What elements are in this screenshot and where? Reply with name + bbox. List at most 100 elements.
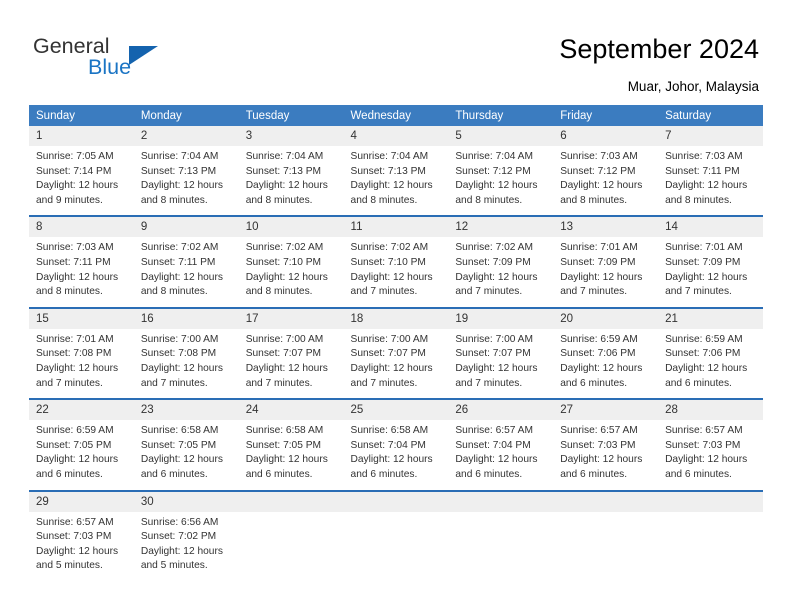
daylight-duration: Daylight: 12 hours and 7 minutes.	[140, 362, 223, 389]
triangle-icon	[129, 46, 158, 65]
calendar-empty-cell	[658, 489, 763, 581]
day-details: Sunrise: 7:00 AM Sunset: 7:07 PM Daylight:…	[239, 329, 344, 398]
calendar-day-cell[interactable]: 12 Sunrise: 7:02 AM Sunset: 7:09 PM Dayligh…	[448, 215, 554, 308]
daylight-duration: Daylight: 12 hours and 6 minutes.	[140, 454, 223, 480]
day-number: 10	[238, 217, 344, 238]
day-number: 5	[448, 126, 554, 146]
day-details: Sunrise: 6:59 AM Sunset: 7:06 PM Daylight:…	[553, 329, 658, 398]
calendar-day-cell[interactable]: 29 Sunrise: 6:57 AM Sunset: 7:03 PM Dayligh…	[29, 489, 134, 581]
calendar-day-cell[interactable]: 6 Sunrise: 7:03 AM Sunset: 7:12 PM Daylight…	[553, 126, 659, 217]
calendar-day-cell[interactable]: 15 Sunrise: 7:01 AM Sunset: 7:08 PM Dayligh…	[29, 306, 134, 400]
calendar-day-cell[interactable]: 25 Sunrise: 6:58 AM Sunset: 7:04 PM Dayligh…	[343, 398, 449, 491]
calendar-day-cell[interactable]: 28 Sunrise: 6:57 AM Sunset: 7:03 PM Dayligh…	[658, 398, 763, 491]
calendar-day-cell[interactable]: 26 Sunrise: 6:57 AM Sunset: 7:04 PM Dayligh…	[448, 398, 554, 491]
calendar-week-row: 22 Sunrise: 6:59 AM Sunset: 7:05 PM Dayligh…	[29, 398, 763, 491]
page-subtitle-location: Muar, Johor, Malaysia	[627, 79, 759, 94]
logo[interactable]: General Blue	[33, 34, 203, 84]
daylight-duration: Daylight: 12 hours and 7 minutes.	[665, 271, 748, 298]
sunset-time: Sunset: 7:07 PM	[350, 348, 426, 360]
calendar-day-cell[interactable]: 9 Sunrise: 7:02 AM Sunset: 7:11 PM Daylight…	[133, 215, 239, 308]
calendar-day-cell[interactable]: 24 Sunrise: 6:58 AM Sunset: 7:05 PM Dayligh…	[238, 398, 344, 491]
sunrise-time: Sunrise: 7:00 AM	[350, 333, 429, 345]
sunset-time: Sunset: 7:08 PM	[36, 348, 112, 360]
sunrise-time: Sunrise: 6:59 AM	[665, 333, 743, 345]
day-number: 7	[658, 126, 763, 146]
calendar-page: General Blue September 2024 Muar, Johor,…	[0, 0, 792, 612]
day-number: 27	[553, 400, 659, 421]
calendar-week-row: 15 Sunrise: 7:01 AM Sunset: 7:08 PM Dayligh…	[29, 306, 763, 400]
day-number: 20	[553, 308, 659, 329]
calendar-day-cell[interactable]: 17 Sunrise: 7:00 AM Sunset: 7:07 PM Dayligh…	[238, 306, 344, 400]
calendar-day-cell[interactable]: 8 Sunrise: 7:03 AM Sunset: 7:11 PM Daylight…	[29, 215, 134, 308]
day-number: 18	[343, 308, 449, 329]
calendar-empty-cell	[553, 489, 659, 581]
day-details: Sunrise: 7:00 AM Sunset: 7:07 PM Daylight:…	[448, 329, 553, 398]
day-number	[238, 491, 344, 512]
daylight-duration: Daylight: 12 hours and 7 minutes.	[245, 362, 328, 389]
sunset-time: Sunset: 7:02 PM	[140, 531, 217, 543]
calendar-grid: Sunday Monday Tuesday Wednesday Thursday…	[29, 105, 763, 581]
sunset-time: Sunset: 7:03 PM	[36, 531, 112, 543]
calendar-day-cell[interactable]: 14 Sunrise: 7:01 AM Sunset: 7:09 PM Dayligh…	[658, 215, 763, 308]
day-number	[448, 491, 554, 512]
day-details: Sunrise: 6:56 AM Sunset: 7:02 PM Daylight:…	[134, 512, 239, 581]
calendar-day-cell[interactable]: 27 Sunrise: 6:57 AM Sunset: 7:03 PM Dayligh…	[553, 398, 659, 491]
day-details: Sunrise: 6:59 AM Sunset: 7:06 PM Daylight:…	[658, 329, 763, 398]
daylight-duration: Daylight: 12 hours and 7 minutes.	[455, 271, 538, 298]
calendar-empty-cell	[343, 489, 449, 581]
sunset-time: Sunset: 7:05 PM	[245, 439, 322, 451]
sunrise-time: Sunrise: 6:58 AM	[245, 425, 324, 437]
sunrise-time: Sunrise: 6:57 AM	[455, 425, 533, 437]
sunrise-time: Sunrise: 7:03 AM	[36, 242, 114, 254]
calendar-day-cell[interactable]: 4 Sunrise: 7:04 AM Sunset: 7:13 PM Daylight…	[343, 126, 449, 217]
calendar-day-cell[interactable]: 16 Sunrise: 7:00 AM Sunset: 7:08 PM Dayligh…	[133, 306, 239, 400]
calendar-day-cell[interactable]: 7 Sunrise: 7:03 AM Sunset: 7:11 PM Daylight…	[658, 126, 763, 217]
sunrise-time: Sunrise: 7:02 AM	[140, 242, 219, 254]
calendar-day-cell[interactable]: 18 Sunrise: 7:00 AM Sunset: 7:07 PM Dayligh…	[343, 306, 449, 400]
calendar-week-row: 8 Sunrise: 7:03 AM Sunset: 7:11 PM Daylight…	[29, 215, 763, 308]
sunset-time: Sunset: 7:04 PM	[350, 439, 426, 451]
calendar-day-cell[interactable]: 30 Sunrise: 6:56 AM Sunset: 7:02 PM Dayligh…	[133, 489, 239, 581]
sunset-time: Sunset: 7:03 PM	[560, 439, 636, 451]
calendar-day-cell[interactable]: 1 Sunrise: 7:05 AM Sunset: 7:14 PM Daylight…	[29, 126, 134, 217]
calendar-day-cell[interactable]: 5 Sunrise: 7:04 AM Sunset: 7:12 PM Daylight…	[448, 126, 554, 217]
weekday-header-thursday: Thursday	[448, 105, 554, 126]
calendar-day-cell[interactable]: 13 Sunrise: 7:01 AM Sunset: 7:09 PM Dayligh…	[553, 215, 659, 308]
calendar-day-cell[interactable]: 23 Sunrise: 6:58 AM Sunset: 7:05 PM Dayligh…	[133, 398, 239, 491]
day-details: Sunrise: 6:58 AM Sunset: 7:04 PM Daylight:…	[344, 420, 449, 489]
calendar-day-cell[interactable]: 3 Sunrise: 7:04 AM Sunset: 7:13 PM Daylight…	[238, 126, 344, 217]
sunrise-time: Sunrise: 7:00 AM	[455, 333, 533, 345]
sunrise-time: Sunrise: 6:57 AM	[36, 516, 114, 528]
day-number: 3	[238, 126, 344, 146]
sunrise-time: Sunrise: 7:01 AM	[560, 242, 638, 254]
sunset-time: Sunset: 7:12 PM	[455, 165, 531, 177]
sunset-time: Sunset: 7:11 PM	[665, 165, 740, 177]
daylight-duration: Daylight: 12 hours and 7 minutes.	[350, 271, 433, 298]
sunset-time: Sunset: 7:04 PM	[455, 439, 531, 451]
sunset-time: Sunset: 7:13 PM	[350, 165, 426, 177]
page-header: General Blue September 2024 Muar, Johor,…	[0, 0, 792, 100]
calendar-day-cell[interactable]: 10 Sunrise: 7:02 AM Sunset: 7:10 PM Dayligh…	[238, 215, 344, 308]
weekday-header-friday: Friday	[553, 105, 659, 126]
calendar-day-cell[interactable]: 22 Sunrise: 6:59 AM Sunset: 7:05 PM Dayligh…	[29, 398, 134, 491]
daylight-duration: Daylight: 12 hours and 6 minutes.	[245, 454, 328, 480]
day-details: Sunrise: 6:57 AM Sunset: 7:03 PM Daylight:…	[29, 512, 134, 581]
day-number: 9	[133, 217, 239, 238]
daylight-duration: Daylight: 12 hours and 8 minutes.	[140, 271, 223, 298]
day-number: 24	[238, 400, 344, 421]
day-number: 21	[658, 308, 763, 329]
calendar-day-cell[interactable]: 20 Sunrise: 6:59 AM Sunset: 7:06 PM Dayligh…	[553, 306, 659, 400]
sunrise-time: Sunrise: 7:01 AM	[36, 333, 114, 345]
calendar-day-cell[interactable]: 11 Sunrise: 7:02 AM Sunset: 7:10 PM Dayligh…	[343, 215, 449, 308]
sunset-time: Sunset: 7:05 PM	[140, 439, 217, 451]
sunset-time: Sunset: 7:13 PM	[245, 165, 322, 177]
day-details: Sunrise: 6:57 AM Sunset: 7:03 PM Daylight:…	[553, 420, 658, 489]
day-details	[344, 512, 449, 579]
calendar-day-cell[interactable]: 21 Sunrise: 6:59 AM Sunset: 7:06 PM Dayligh…	[658, 306, 763, 400]
day-details: Sunrise: 7:00 AM Sunset: 7:07 PM Daylight:…	[344, 329, 449, 398]
calendar-day-cell[interactable]: 19 Sunrise: 7:00 AM Sunset: 7:07 PM Dayligh…	[448, 306, 554, 400]
day-number: 30	[133, 491, 239, 512]
sunset-time: Sunset: 7:06 PM	[560, 348, 636, 360]
calendar-day-cell[interactable]: 2 Sunrise: 7:04 AM Sunset: 7:13 PM Daylight…	[133, 126, 239, 217]
daylight-duration: Daylight: 12 hours and 7 minutes.	[560, 271, 643, 298]
